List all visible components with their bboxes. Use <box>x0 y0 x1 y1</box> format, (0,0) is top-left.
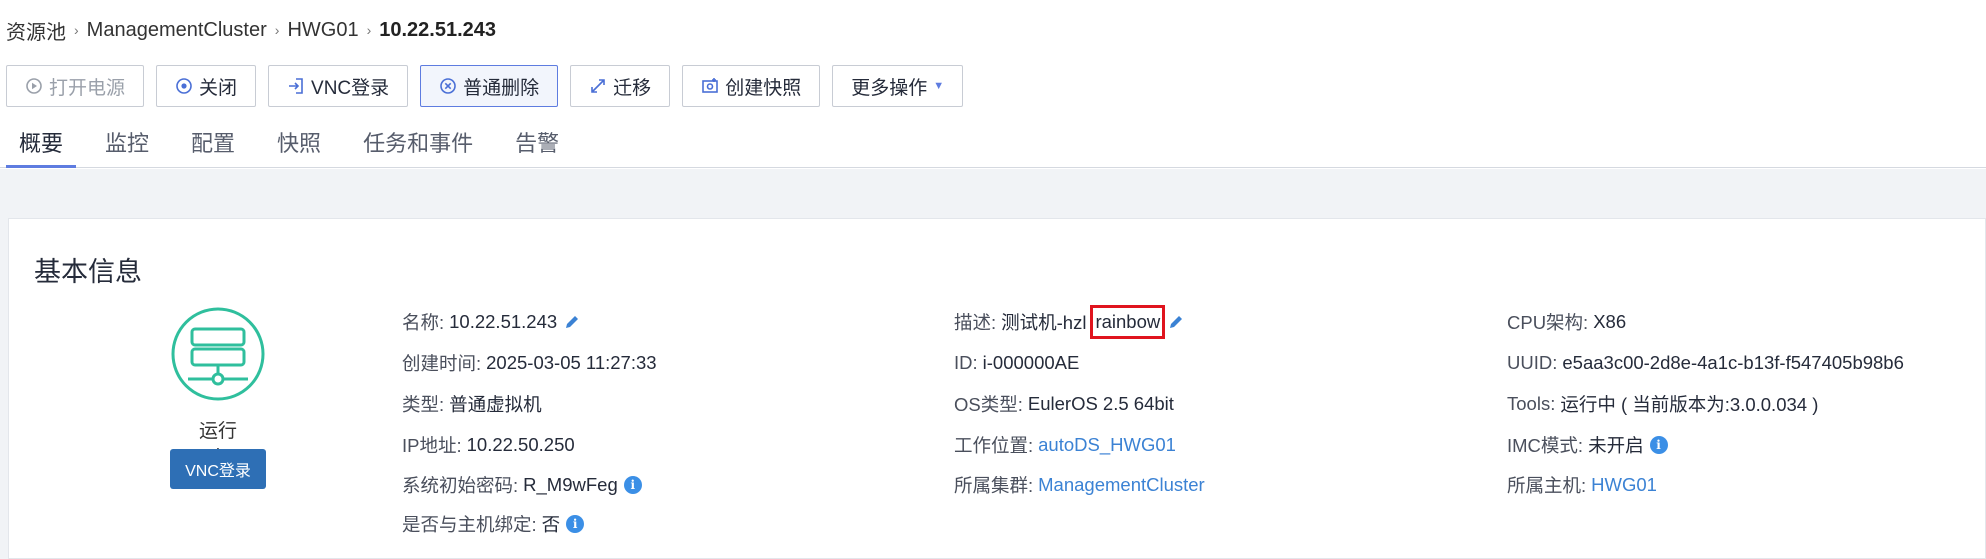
tab-bar: 概要 监控 配置 快照 任务和事件 告警 <box>0 120 1986 168</box>
tab-alarms[interactable]: 告警 <box>502 120 572 168</box>
os-label: OS类型: <box>954 394 1023 415</box>
imc-mode-field: IMC模式: 未开启 i <box>1507 433 1668 457</box>
tab-overview[interactable]: 概要 <box>6 120 77 168</box>
ip-field: IP地址: 10.22.50.250 <box>402 433 575 457</box>
cluster-link[interactable]: ManagementCluster <box>1038 474 1205 496</box>
expand-arrows-icon <box>589 77 607 95</box>
os-value: EulerOS 2.5 64bit <box>1027 393 1174 414</box>
cluster-label: 所属集群: <box>954 475 1034 496</box>
location-field: 工作位置: autoDS_HWG01 <box>954 433 1176 457</box>
tab-config[interactable]: 配置 <box>178 120 248 168</box>
play-circle-icon <box>25 77 43 95</box>
edit-pencil-icon[interactable] <box>1167 313 1185 331</box>
host-link[interactable]: HWG01 <box>1591 474 1657 496</box>
stop-circle-icon <box>175 77 193 95</box>
id-label: ID: <box>954 352 978 373</box>
host-label: 所属主机: <box>1507 475 1587 496</box>
tab-tasks-events[interactable]: 任务和事件 <box>350 120 486 168</box>
password-value: R_M9wFeg <box>523 474 618 495</box>
tab-snapshot[interactable]: 快照 <box>264 120 334 168</box>
login-icon <box>287 77 305 95</box>
created-value: 2025-03-05 11:27:33 <box>486 352 657 373</box>
imc-value: 未开启 <box>1588 435 1644 456</box>
created-label: 创建时间: <box>402 353 482 374</box>
chevron-right-icon: › <box>366 22 372 38</box>
more-actions-dropdown[interactable]: 更多操作 ▼ <box>832 65 964 107</box>
location-label: 工作位置: <box>954 435 1034 456</box>
id-value: i-000000AE <box>982 352 1080 373</box>
cpu-value: X86 <box>1593 311 1627 332</box>
password-field: 系统初始密码: R_M9wFeg i <box>402 473 642 497</box>
normal-delete-label: 普通删除 <box>463 77 540 99</box>
tools-field: Tools: 运行中 ( 当前版本为:3.0.0.034 ) <box>1507 392 1818 416</box>
migrate-label: 迁移 <box>613 77 652 99</box>
name-field: 名称: 10.22.51.243 <box>402 310 581 334</box>
uuid-field: UUID: e5aa3c00-2d8e-4a1c-b13f-f547405b98… <box>1507 351 1904 375</box>
migrate-button[interactable]: 迁移 <box>570 65 671 107</box>
info-icon[interactable]: i <box>1649 436 1668 454</box>
caret-down-icon: ▼ <box>933 80 945 92</box>
chevron-right-icon: › <box>274 22 280 38</box>
cluster-field: 所属集群: ManagementCluster <box>954 473 1205 497</box>
edit-pencil-icon[interactable] <box>563 313 581 331</box>
breadcrumb-current: 10.22.51.243 <box>379 18 497 41</box>
bind-value: 否 <box>541 514 561 535</box>
breadcrumb-resource-pool[interactable]: 资源池 <box>6 16 66 45</box>
tools-value: 运行中 ( 当前版本为:3.0.0.034 ) <box>1560 394 1819 415</box>
power-on-button[interactable]: 打开电源 <box>6 65 145 107</box>
ip-label: IP地址: <box>402 435 462 456</box>
tools-label: Tools: <box>1507 393 1556 414</box>
name-value: 10.22.51.243 <box>449 311 558 332</box>
chevron-right-icon: › <box>74 22 79 38</box>
power-on-label: 打开电源 <box>49 77 126 99</box>
os-type-field: OS类型: EulerOS 2.5 64bit <box>954 392 1174 416</box>
cpu-arch-field: CPU架构: X86 <box>1507 310 1626 334</box>
host-bind-field: 是否与主机绑定: 否 i <box>402 512 585 536</box>
vnc-login-toolbar-button[interactable]: VNC登录 <box>268 65 409 107</box>
vnc-login-label: VNC登录 <box>311 77 390 99</box>
section-title: 基本信息 <box>34 257 142 287</box>
type-label: 类型: <box>402 394 445 415</box>
create-snapshot-label: 创建快照 <box>725 77 802 99</box>
id-field: ID: i-000000AE <box>954 351 1079 375</box>
name-label: 名称: <box>402 312 445 333</box>
snapshot-icon <box>701 77 719 95</box>
shutdown-label: 关闭 <box>199 77 238 99</box>
bind-label: 是否与主机绑定: <box>402 514 537 535</box>
vm-running-icon <box>170 306 266 402</box>
desc-value: 测试机-hzl <box>1001 312 1087 333</box>
imc-label: IMC模式: <box>1507 435 1584 456</box>
password-label: 系统初始密码: <box>402 475 519 496</box>
type-value: 普通虚拟机 <box>449 394 542 415</box>
type-field: 类型: 普通虚拟机 <box>402 392 542 416</box>
description-field: 描述: 测试机-hzl rainbow <box>954 305 1185 339</box>
location-link[interactable]: autoDS_HWG01 <box>1038 434 1176 456</box>
info-icon[interactable]: i <box>623 476 642 494</box>
breadcrumb-cluster[interactable]: ManagementCluster <box>87 19 267 42</box>
close-circle-icon <box>439 77 457 95</box>
breadcrumb: 资源池 › ManagementCluster › HWG01 › 10.22.… <box>6 16 497 45</box>
more-actions-label: 更多操作 <box>851 77 928 99</box>
desc-highlight: rainbow <box>1090 305 1166 339</box>
tab-monitor[interactable]: 监控 <box>92 120 162 168</box>
desc-label: 描述: <box>954 312 997 333</box>
created-time-field: 创建时间: 2025-03-05 11:27:33 <box>402 351 657 375</box>
ip-value: 10.22.50.250 <box>466 434 575 455</box>
host-field: 所属主机: HWG01 <box>1507 473 1657 497</box>
uuid-value: e5aa3c00-2d8e-4a1c-b13f-f547405b98b6 <box>1562 352 1904 373</box>
create-snapshot-button[interactable]: 创建快照 <box>682 65 821 107</box>
uuid-label: UUID: <box>1507 352 1558 373</box>
breadcrumb-host[interactable]: HWG01 <box>287 19 358 42</box>
normal-delete-button[interactable]: 普通删除 <box>420 65 559 107</box>
vnc-login-button[interactable]: VNC登录 <box>170 449 266 489</box>
info-icon[interactable]: i <box>566 515 585 533</box>
action-toolbar: 打开电源 关闭 VNC登录 普通删除 迁移 创建快照 更多操作 ▼ <box>6 65 964 107</box>
basic-info-card <box>8 218 1986 559</box>
shutdown-button[interactable]: 关闭 <box>156 65 257 107</box>
cpu-label: CPU架构: <box>1507 312 1589 333</box>
